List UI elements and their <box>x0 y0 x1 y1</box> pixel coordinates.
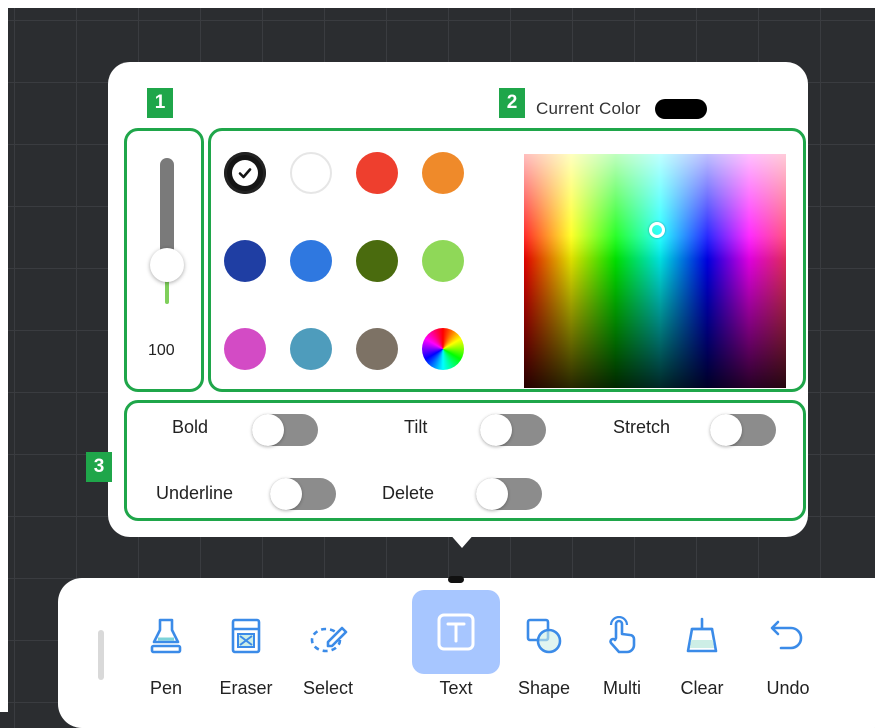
tool-label: Shape <box>517 678 571 698</box>
toolbar-drag-handle[interactable] <box>98 630 104 680</box>
toggle-knob <box>480 414 512 446</box>
current-color-label: Current Color <box>536 99 641 118</box>
option-label-underline: Underline <box>156 483 234 503</box>
region-badge-2: 2 <box>499 88 525 118</box>
toggle-delete[interactable] <box>476 478 542 510</box>
toggle-knob <box>270 478 302 510</box>
region-badge-1: 1 <box>147 88 173 118</box>
tool-eraser[interactable]: Eraser <box>206 598 286 718</box>
tool-label: Multi <box>602 678 641 698</box>
option-label-delete: Delete <box>382 483 435 503</box>
size-slider-track[interactable] <box>160 158 174 262</box>
toggle-knob <box>476 478 508 510</box>
size-slider-knob[interactable] <box>150 248 184 282</box>
size-slider-value: 100 <box>148 342 175 359</box>
color-wheel-icon[interactable] <box>422 328 464 370</box>
top-border <box>0 0 875 8</box>
active-indicator <box>448 576 464 583</box>
option-label-stretch: Stretch <box>613 417 671 437</box>
tool-undo[interactable]: Undo <box>748 598 828 718</box>
tool-text[interactable]: Text <box>410 576 502 710</box>
eraser-icon <box>216 606 276 666</box>
tool-label: Pen <box>149 678 183 698</box>
tool-pen[interactable]: Pen <box>126 598 206 718</box>
checkmark-icon <box>232 160 258 186</box>
swatch-navy[interactable] <box>224 240 266 282</box>
toggle-underline[interactable] <box>270 478 336 510</box>
current-color-indicator: Current Color <box>536 98 707 120</box>
swatch-magenta[interactable] <box>224 328 266 370</box>
option-label-bold: Bold <box>172 417 209 437</box>
panel-pointer <box>448 532 476 548</box>
tool-label: Eraser <box>219 678 273 698</box>
swatch-light-green[interactable] <box>422 240 464 282</box>
color-spectrum-picker[interactable] <box>524 154 786 388</box>
left-border <box>0 0 8 712</box>
toggle-knob <box>252 414 284 446</box>
tool-select[interactable]: Select <box>288 598 368 718</box>
swatch-white[interactable] <box>290 152 332 194</box>
lasso-select-icon <box>298 606 358 666</box>
tool-clear[interactable]: Clear <box>662 598 742 718</box>
option-label-tilt: Tilt <box>404 417 428 437</box>
bottom-toolbar: Pen Eraser Select Text Shape Multi Clear… <box>58 576 875 728</box>
spectrum-cursor[interactable] <box>649 222 665 238</box>
pen-icon <box>136 606 196 666</box>
swatch-black[interactable] <box>224 152 266 194</box>
toggle-bold[interactable] <box>252 414 318 446</box>
tool-label: Select <box>302 678 354 698</box>
undo-icon <box>758 606 818 666</box>
tool-label: Undo <box>766 678 810 698</box>
swatch-orange[interactable] <box>422 152 464 194</box>
tool-multi[interactable]: Multi <box>582 598 662 718</box>
swatch-blue[interactable] <box>290 240 332 282</box>
swatch-red[interactable] <box>356 152 398 194</box>
tool-label: Clear <box>680 678 724 698</box>
current-color-swatch[interactable] <box>654 99 707 119</box>
tool-label: Text <box>439 678 473 698</box>
text-icon <box>412 590 500 674</box>
swatch-taupe[interactable] <box>356 328 398 370</box>
swatch-dark-green[interactable] <box>356 240 398 282</box>
toggle-knob <box>710 414 742 446</box>
toggle-tilt[interactable] <box>480 414 546 446</box>
tool-shape[interactable]: Shape <box>504 598 584 718</box>
multi-touch-icon <box>592 606 652 666</box>
shape-icon <box>514 606 574 666</box>
region-badge-3: 3 <box>86 452 112 482</box>
toggle-stretch[interactable] <box>710 414 776 446</box>
clear-icon <box>672 606 732 666</box>
swatch-teal[interactable] <box>290 328 332 370</box>
text-style-panel: Current Color 1 100 2 3 Bold Tilt Stretc… <box>86 62 808 537</box>
